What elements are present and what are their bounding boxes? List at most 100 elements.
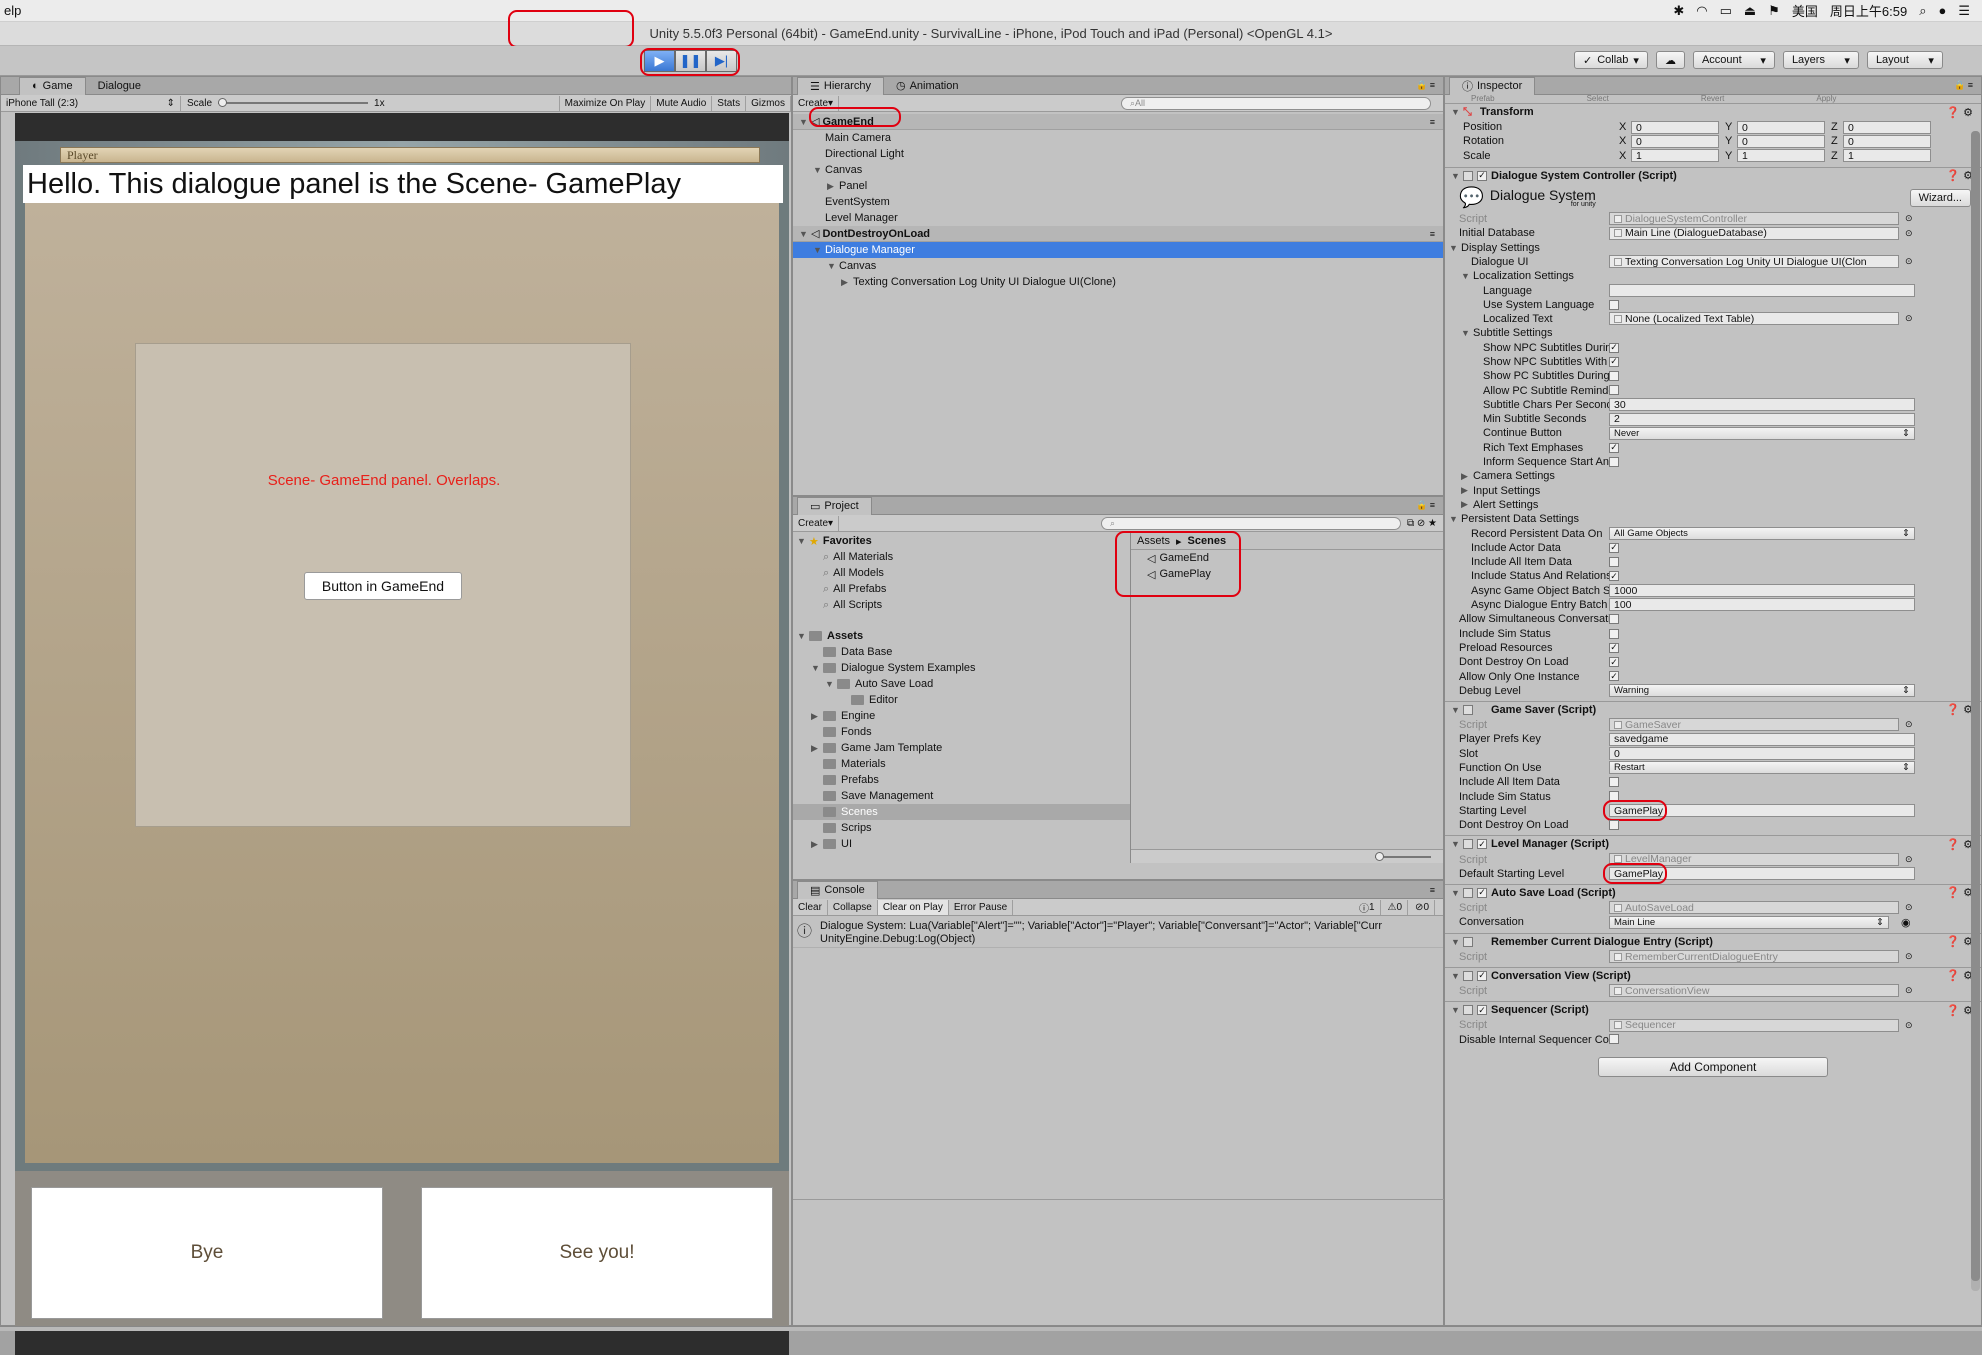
object-field[interactable]: Sequencer: [1609, 1018, 1899, 1032]
text-field[interactable]: GamePlay: [1609, 804, 1915, 818]
text-field[interactable]: GamePlay: [1609, 867, 1915, 881]
expand-arrow-icon[interactable]: ▶: [811, 839, 823, 850]
property-checkbox[interactable]: ✓: [1609, 542, 1619, 553]
console-clear-button[interactable]: Clear: [793, 899, 828, 915]
component-header[interactable]: ▼ Game Saver (Script) ❓ ⚙: [1445, 700, 1981, 718]
component-settings-icon[interactable]: ❓ ⚙: [1946, 886, 1973, 899]
transform-z-field[interactable]: 0: [1843, 120, 1931, 134]
expand-arrow-icon[interactable]: ▼: [1461, 328, 1473, 338]
transform-z-field[interactable]: 1: [1843, 149, 1931, 163]
component-settings-icon[interactable]: ❓ ⚙: [1946, 169, 1973, 182]
stats-toggle[interactable]: Stats: [712, 95, 747, 111]
object-picker-icon[interactable]: ⊙: [1905, 902, 1913, 913]
scene-file-gameplay[interactable]: ◁ GamePlay: [1131, 566, 1443, 582]
text-field[interactable]: 2: [1609, 412, 1915, 426]
expand-arrow-icon[interactable]: ▶: [811, 743, 823, 754]
object-field[interactable]: None (Localized Text Table): [1609, 312, 1899, 326]
asset-folder[interactable]: Scrips: [793, 820, 1130, 836]
log-count-toggle[interactable]: ⓘ 1: [1354, 899, 1381, 915]
component-header[interactable]: ▼ Remember Current Dialogue Entry (Script…: [1445, 932, 1981, 950]
text-field[interactable]: 100: [1609, 598, 1915, 612]
asset-folder[interactable]: ▶ Game Jam Template: [793, 740, 1130, 756]
component-header[interactable]: ▼ ✓ Conversation View (Script) ❓ ⚙: [1445, 966, 1981, 984]
transform-y-field[interactable]: 1: [1737, 149, 1825, 163]
property-checkbox[interactable]: ✓: [1609, 657, 1619, 668]
expand-arrow-icon[interactable]: ▼: [825, 679, 837, 689]
asset-folder[interactable]: Editor: [793, 692, 1130, 708]
error-count-toggle[interactable]: ⊘ 0: [1410, 899, 1435, 915]
wifi-icon[interactable]: ◠: [1696, 3, 1707, 19]
object-field[interactable]: DialogueSystemController: [1609, 212, 1899, 226]
spotlight-icon[interactable]: ⌕: [1919, 3, 1926, 19]
asset-folder[interactable]: Fonds: [793, 724, 1130, 740]
asset-folder[interactable]: Data Base: [793, 644, 1130, 660]
transform-x-field[interactable]: 1: [1631, 149, 1719, 163]
inspector-scrollbar[interactable]: [1971, 131, 1980, 1291]
gizmos-dropdown[interactable]: Gizmos: [746, 95, 791, 111]
expand-arrow-icon[interactable]: ▶: [827, 181, 839, 192]
expand-arrow-icon[interactable]: ▶: [1461, 485, 1473, 496]
expand-arrow-icon[interactable]: ▼: [1449, 243, 1461, 253]
component-settings-icon[interactable]: ❓ ⚙: [1946, 969, 1973, 982]
collab-button[interactable]: ✓ Collab ▾: [1574, 51, 1648, 69]
play-button[interactable]: ▶: [644, 50, 675, 72]
hierarchy-row[interactable]: Directional Light: [793, 146, 1443, 162]
account-dropdown[interactable]: Account ▾: [1692, 51, 1775, 69]
component-settings-icon[interactable]: ❓ ⚙: [1946, 106, 1973, 119]
tab-game[interactable]: ◐ Game: [19, 76, 86, 95]
property-checkbox[interactable]: [1609, 557, 1619, 568]
hierarchy-row[interactable]: ▼ ◁ DontDestroyOnLoad ≡: [793, 226, 1443, 242]
property-checkbox[interactable]: ✓: [1609, 342, 1619, 353]
expand-arrow-icon[interactable]: ▶: [1461, 499, 1473, 510]
project-search[interactable]: ⌕: [1100, 516, 1401, 530]
expand-arrow-icon[interactable]: ▼: [827, 261, 839, 271]
tab-hierarchy[interactable]: ☰ Hierarchy: [797, 76, 884, 95]
favorite-item[interactable]: ⌕ All Materials: [793, 549, 1130, 565]
favorite-item[interactable]: ⌕ All Prefabs: [793, 581, 1130, 597]
component-enable-checkbox[interactable]: ✓: [1477, 970, 1487, 981]
object-field[interactable]: AutoSaveLoad: [1609, 901, 1899, 915]
property-checkbox[interactable]: [1609, 371, 1619, 382]
asset-folder[interactable]: Save Management: [793, 788, 1130, 804]
inspector-scrollbar-thumb[interactable]: [1971, 131, 1980, 1281]
maximize-on-play-toggle[interactable]: Maximize On Play: [558, 95, 652, 111]
transform-x-field[interactable]: 0: [1631, 120, 1719, 134]
assets-header[interactable]: ▼ Assets: [793, 628, 1130, 644]
asset-folder[interactable]: Prefabs: [793, 772, 1130, 788]
scale-slider[interactable]: [218, 98, 369, 107]
property-checkbox[interactable]: [1609, 385, 1619, 396]
text-field[interactable]: savedgame: [1609, 732, 1915, 746]
asset-folder[interactable]: ▼ Dialogue System Examples: [793, 660, 1130, 676]
object-picker-icon[interactable]: ⊙: [1905, 256, 1913, 267]
property-checkbox[interactable]: [1609, 820, 1619, 831]
object-field[interactable]: Main Line (DialogueDatabase): [1609, 226, 1899, 240]
airplay-icon[interactable]: ▭: [1720, 3, 1732, 19]
tab-console[interactable]: ▤ Console: [797, 880, 878, 899]
foldout-label[interactable]: Input Settings: [1473, 485, 1540, 497]
component-enable-checkbox[interactable]: ✓: [1477, 170, 1487, 181]
game-viewport[interactable]: Player Hello. This dialogue panel is the…: [15, 113, 789, 1355]
foldout-label[interactable]: Camera Settings: [1473, 470, 1555, 482]
hierarchy-row[interactable]: ▼ Dialogue Manager: [793, 242, 1443, 258]
console-log-entry[interactable]: ⓘ Dialogue System: Lua(Variable["Alert"]…: [793, 916, 1443, 948]
property-checkbox[interactable]: ✓: [1609, 356, 1619, 367]
bluetooth-icon[interactable]: ✱: [1673, 3, 1684, 19]
property-checkbox[interactable]: [1609, 791, 1619, 802]
breadcrumb-assets[interactable]: Assets: [1137, 535, 1170, 547]
warning-count-toggle[interactable]: ⚠ 0: [1383, 899, 1409, 915]
panel-menu-icon[interactable]: 🔒 ≡: [1416, 80, 1435, 91]
transform-y-field[interactable]: 0: [1737, 120, 1825, 134]
eject-icon[interactable]: ⏏: [1744, 3, 1756, 19]
scale-slider-thumb[interactable]: [218, 98, 228, 107]
property-checkbox[interactable]: ✓: [1609, 671, 1619, 682]
object-picker-icon[interactable]: ⊙: [1905, 951, 1913, 962]
asset-folder[interactable]: ▶ Engine: [793, 708, 1130, 724]
component-enable-checkbox[interactable]: ✓: [1477, 839, 1487, 850]
property-dropdown[interactable]: Never ⇕: [1609, 426, 1915, 440]
console-error-pause-toggle[interactable]: Error Pause: [949, 899, 1014, 915]
siri-icon[interactable]: ●: [1938, 3, 1946, 18]
clock[interactable]: 周日上午6:59: [1830, 1, 1907, 20]
expand-arrow-icon[interactable]: ▼: [1461, 271, 1473, 281]
layout-dropdown[interactable]: Layout ▾: [1866, 51, 1943, 69]
console-collapse-toggle[interactable]: Collapse: [828, 899, 878, 915]
